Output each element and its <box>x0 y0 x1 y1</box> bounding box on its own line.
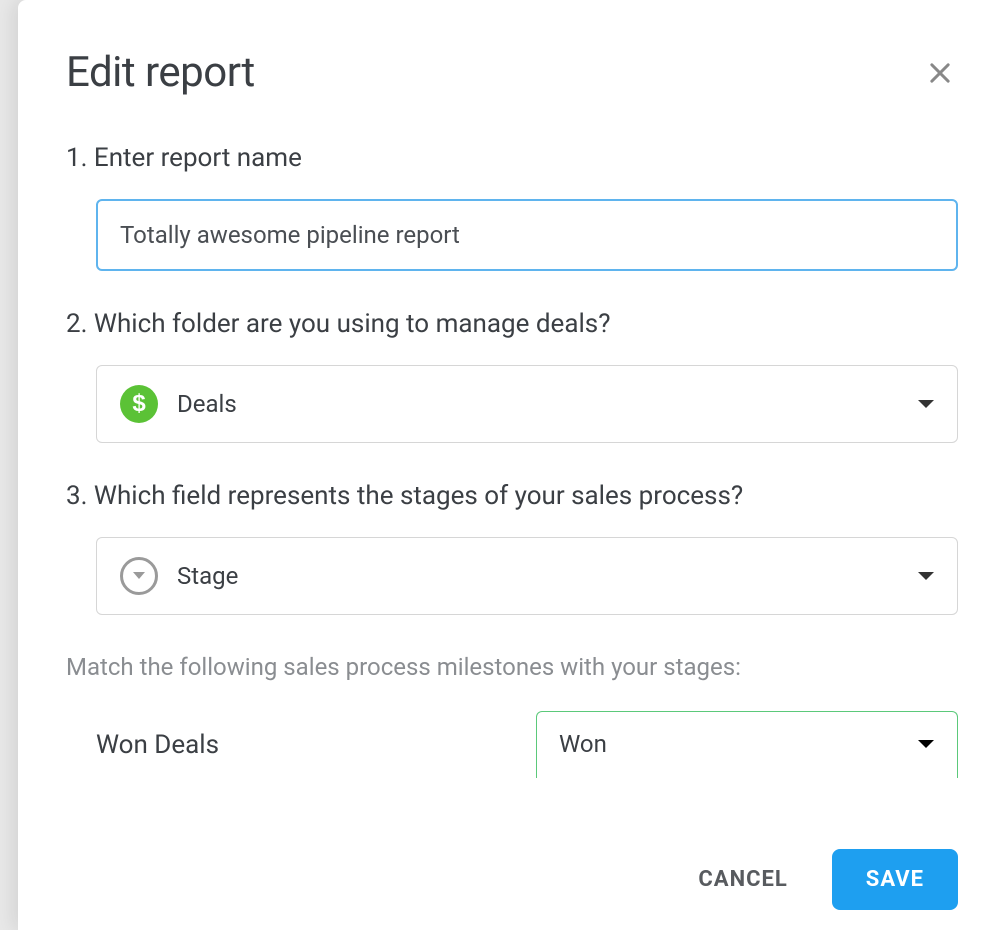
step2-field: $ Deals <box>66 365 958 443</box>
close-button[interactable] <box>922 55 958 91</box>
won-deals-select[interactable]: Won <box>536 711 958 778</box>
match-helper-text: Match the following sales process milest… <box>66 653 958 681</box>
edit-report-dialog: Edit report 1. Enter report name 2. Whic… <box>18 0 1006 930</box>
dollar-icon: $ <box>119 384 159 424</box>
chevron-down-icon <box>917 567 935 586</box>
close-icon <box>926 59 954 87</box>
report-name-input[interactable] <box>96 199 958 271</box>
dialog-title: Edit report <box>66 48 255 97</box>
stage-field-select[interactable]: Stage <box>96 537 958 615</box>
cancel-button[interactable]: CANCEL <box>684 851 801 908</box>
step3-label: 3. Which field represents the stages of … <box>66 481 958 511</box>
won-deals-select-value: Won <box>559 730 917 758</box>
folder-select[interactable]: $ Deals <box>96 365 958 443</box>
match-row-label: Won Deals <box>96 730 536 760</box>
step1-label: 1. Enter report name <box>66 143 958 173</box>
dialog-header: Edit report <box>66 48 958 97</box>
chevron-down-icon <box>917 395 935 414</box>
step3-field: Stage <box>66 537 958 615</box>
match-row: Won Deals Won <box>66 711 958 778</box>
dropdown-circle-icon <box>119 556 159 596</box>
stage-select-value: Stage <box>177 562 917 590</box>
save-button[interactable]: SAVE <box>832 849 958 910</box>
folder-select-value: Deals <box>177 390 917 418</box>
dialog-body: 1. Enter report name 2. Which folder are… <box>66 143 958 930</box>
step1-field <box>66 199 958 271</box>
dialog-footer: CANCEL SAVE <box>684 849 958 910</box>
step2-label: 2. Which folder are you using to manage … <box>66 309 958 339</box>
chevron-down-icon <box>917 735 935 754</box>
